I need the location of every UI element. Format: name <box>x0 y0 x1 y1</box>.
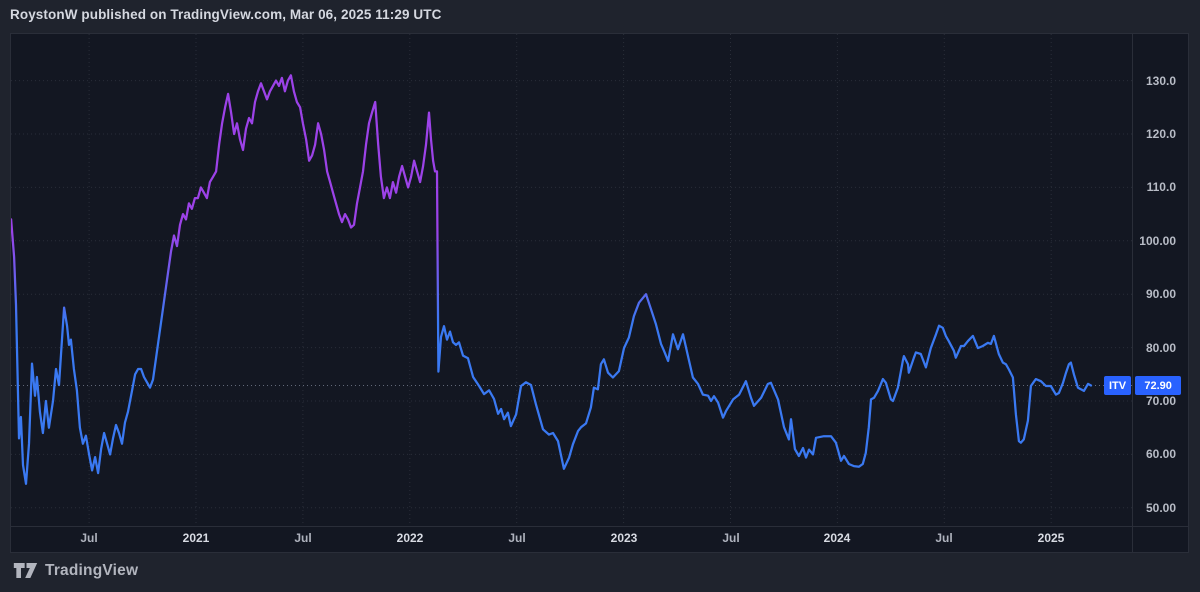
tradingview-logo-icon[interactable] <box>13 560 38 581</box>
chart-panel: 130.0 120.0 110.0 100.00 90.00 80.00 70.00 60.0… <box>10 33 1189 553</box>
page: RoystonW published on TradingView.com, M… <box>0 0 1200 592</box>
time-axis-label: Jul <box>508 531 525 545</box>
price-axis-label: 100.00 <box>1139 233 1176 249</box>
price-chart-svg[interactable] <box>11 34 1132 526</box>
price-axis-badge: ITV 72.90 <box>1104 376 1181 395</box>
time-axis-label: 2022 <box>397 531 424 545</box>
attribution-text: RoystonW published on TradingView.com, M… <box>10 7 441 22</box>
footer: TradingView <box>13 560 138 581</box>
symbol-chip: ITV <box>1104 376 1131 395</box>
time-axis-label: Jul <box>294 531 311 545</box>
time-axis-label: 2021 <box>183 531 210 545</box>
price-axis-label: 120.0 <box>1146 126 1176 142</box>
price-axis-label: 50.00 <box>1146 500 1176 516</box>
horizontal-gridlines <box>11 81 1132 508</box>
price-axis-label: 90.00 <box>1146 286 1176 302</box>
price-axis[interactable]: 130.0 120.0 110.0 100.00 90.00 80.00 70.00 60.0… <box>1133 34 1188 526</box>
time-axis[interactable]: Jul 2021 Jul 2022 Jul 2023 Jul 2024 Jul 2025 <box>11 527 1132 552</box>
time-axis-label: 2024 <box>824 531 851 545</box>
last-price-chip: 72.90 <box>1135 376 1181 395</box>
time-axis-label: Jul <box>935 531 952 545</box>
brand-name[interactable]: TradingView <box>45 562 138 580</box>
time-axis-label: Jul <box>722 531 739 545</box>
time-axis-label: 2023 <box>611 531 638 545</box>
price-axis-label: 130.0 <box>1146 73 1176 89</box>
chart-plot[interactable] <box>11 34 1132 526</box>
price-axis-label: 110.0 <box>1147 179 1176 195</box>
time-axis-label: 2025 <box>1038 531 1065 545</box>
time-axis-label: Jul <box>80 531 97 545</box>
price-line-series <box>11 75 1091 484</box>
price-axis-label: 70.00 <box>1146 393 1176 409</box>
price-axis-label: 60.00 <box>1146 446 1176 462</box>
price-axis-label: 80.00 <box>1146 340 1176 356</box>
